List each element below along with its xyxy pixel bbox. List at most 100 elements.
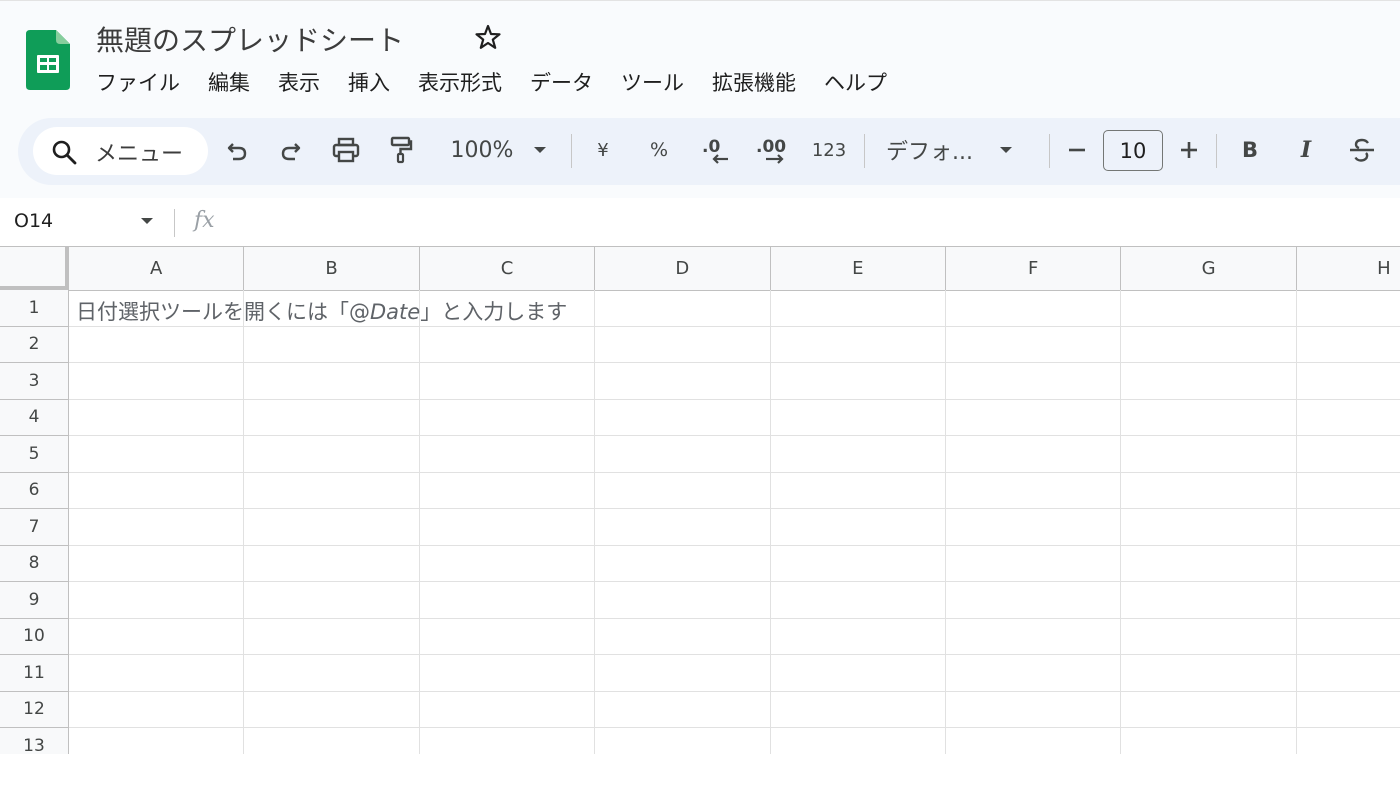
cell-g1[interactable] (1121, 290, 1297, 327)
cell-e12[interactable] (770, 691, 946, 728)
cell-a3[interactable] (69, 363, 245, 400)
cell-b12[interactable] (244, 691, 420, 728)
cell-b5[interactable] (244, 436, 420, 473)
cell-h10[interactable] (1296, 619, 1400, 655)
cell-f3[interactable] (945, 363, 1122, 400)
cell-c3[interactable] (419, 363, 596, 400)
menu-tools[interactable]: ツール (621, 67, 684, 97)
menu-help[interactable]: ヘルプ (824, 67, 887, 97)
cell-e1[interactable] (770, 290, 946, 327)
column-header-d[interactable]: D (595, 247, 771, 291)
row-header[interactable]: 3 (0, 363, 69, 400)
column-header-a[interactable]: A (69, 247, 245, 291)
cell-f12[interactable] (945, 691, 1122, 728)
menu-file[interactable]: ファイル (96, 67, 180, 97)
row-header[interactable]: 2 (0, 326, 69, 363)
column-header-c[interactable]: C (419, 247, 596, 291)
cell-c5[interactable] (419, 436, 596, 473)
menu-view[interactable]: 表示 (278, 67, 320, 97)
cell-h6[interactable] (1296, 473, 1400, 509)
sheets-logo-icon[interactable] (26, 30, 70, 90)
cell-c12[interactable] (419, 691, 596, 728)
document-title[interactable]: 無題のスプレッドシート (96, 19, 404, 59)
column-header-b[interactable]: B (244, 247, 420, 291)
cell-b4[interactable] (244, 399, 420, 436)
cell-g12[interactable] (1121, 691, 1297, 728)
cell-b7[interactable] (244, 509, 420, 546)
cell-f5[interactable] (945, 436, 1122, 473)
cell-e13[interactable] (771, 728, 946, 754)
cell-e6[interactable] (770, 472, 946, 509)
currency-format-button[interactable]: ¥ (590, 130, 616, 170)
row-header[interactable]: 1 (0, 290, 69, 327)
star-icon[interactable] (474, 23, 502, 51)
cell-h11[interactable] (1296, 655, 1400, 692)
cell-h7[interactable] (1296, 509, 1400, 546)
cell-b8[interactable] (244, 545, 420, 582)
cell-g4[interactable] (1121, 399, 1297, 436)
cell-b2[interactable] (244, 326, 420, 363)
italic-button[interactable]: I (1292, 130, 1320, 170)
cell-g10[interactable] (1121, 618, 1297, 655)
cell-f10[interactable] (945, 618, 1122, 655)
cell-g8[interactable] (1121, 545, 1297, 582)
cell-a11[interactable] (69, 655, 245, 692)
cell-c11[interactable] (419, 655, 596, 692)
cell-c2[interactable] (419, 326, 596, 363)
cell-d11[interactable] (595, 655, 771, 692)
menu-format[interactable]: 表示形式 (418, 67, 502, 97)
row-header[interactable]: 10 (0, 618, 69, 655)
menu-insert[interactable]: 挿入 (348, 67, 390, 97)
cell-e5[interactable] (770, 436, 946, 473)
cell-c9[interactable] (419, 582, 596, 619)
font-family-select[interactable]: デフォ... (886, 130, 1036, 170)
row-header[interactable]: 12 (0, 691, 69, 728)
cell-f2[interactable] (945, 326, 1122, 363)
cell-h9[interactable] (1296, 582, 1400, 619)
column-header-f[interactable]: F (945, 247, 1122, 291)
cell-c6[interactable] (419, 472, 596, 509)
column-header-e[interactable]: E (770, 247, 946, 291)
cell-d4[interactable] (595, 399, 771, 436)
row-header[interactable]: 9 (0, 582, 69, 619)
cell-e8[interactable] (770, 545, 946, 582)
cell-f4[interactable] (945, 399, 1122, 436)
cell-g9[interactable] (1121, 582, 1297, 619)
cell-b10[interactable] (244, 618, 420, 655)
cell-f11[interactable] (945, 655, 1122, 692)
cell-a6[interactable] (69, 472, 245, 509)
row-header[interactable]: 6 (0, 472, 69, 509)
zoom-select[interactable]: 100% (444, 130, 554, 170)
cell-h3[interactable] (1296, 363, 1400, 400)
row-header[interactable]: 11 (0, 655, 69, 692)
cell-h5[interactable] (1296, 436, 1400, 473)
font-size-input[interactable]: 10 (1103, 130, 1163, 171)
strikethrough-button[interactable] (1346, 130, 1378, 170)
cell-c4[interactable] (419, 399, 596, 436)
cell-g13[interactable] (1121, 728, 1297, 754)
cell-g2[interactable] (1121, 326, 1297, 363)
select-all-corner[interactable] (0, 246, 69, 290)
paint-format-button[interactable] (386, 130, 416, 170)
redo-button[interactable] (276, 130, 306, 170)
cell-c13[interactable] (420, 728, 596, 754)
bold-button[interactable]: B (1236, 130, 1264, 170)
cell-h13[interactable] (1297, 728, 1400, 754)
undo-button[interactable] (222, 130, 252, 170)
percent-format-button[interactable]: % (644, 130, 674, 170)
cell-h2[interactable] (1296, 327, 1400, 363)
cell-g3[interactable] (1121, 363, 1297, 400)
cell-f13[interactable] (946, 728, 1122, 754)
cell-a13[interactable] (69, 728, 245, 754)
menu-data[interactable]: データ (530, 67, 593, 97)
cell-a12[interactable] (69, 691, 245, 728)
row-header[interactable]: 8 (0, 545, 69, 582)
decrease-decimal-button[interactable]: .0 (698, 130, 734, 170)
cell-d1[interactable] (595, 290, 771, 327)
cell-h1[interactable] (1296, 290, 1400, 327)
cell-c7[interactable] (419, 509, 596, 546)
menu-edit[interactable]: 編集 (208, 67, 250, 97)
cell-f7[interactable] (945, 509, 1122, 546)
cell-e10[interactable] (770, 618, 946, 655)
cell-a2[interactable] (69, 326, 245, 363)
